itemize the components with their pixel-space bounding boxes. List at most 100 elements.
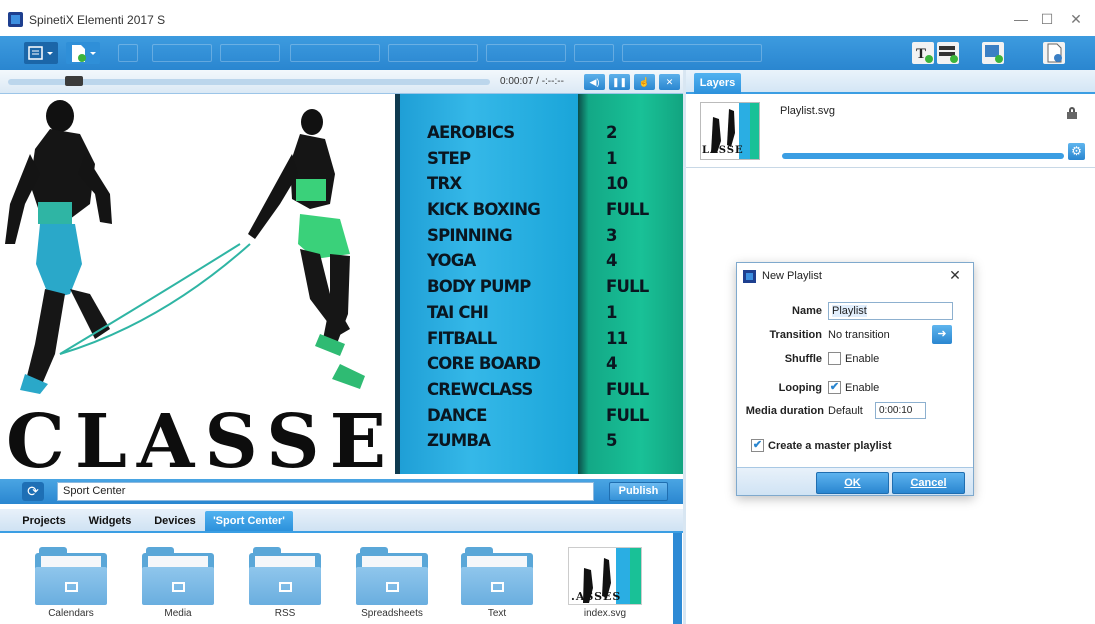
shuffle-checkbox[interactable] <box>828 352 841 365</box>
new-playlist-dialog: New Playlist ✕ Name Playlist Transition … <box>736 262 974 496</box>
preview-canvas[interactable]: CLASSES AEROBICS STEP TRX KICK BOXING SPINNI… <box>0 94 683 474</box>
pause-button[interactable]: ❚❚ <box>609 74 630 90</box>
add-media-layer-button[interactable] <box>982 42 1004 64</box>
seek-slider-thumb[interactable] <box>65 76 83 86</box>
app-logo-icon <box>8 12 23 27</box>
tab-widgets[interactable]: Widgets <box>80 511 140 531</box>
stop-preview-button[interactable]: ✕ <box>659 74 680 90</box>
folder-item-text[interactable]: Text <box>452 547 542 619</box>
class-value: 3 <box>606 225 617 245</box>
class-name: FITBALL <box>427 328 497 348</box>
folder-item-rss[interactable]: RSS <box>240 547 330 619</box>
dialog-footer: OK Cancel <box>737 467 973 495</box>
font-family-dropdown[interactable] <box>486 44 566 62</box>
clipboard-tools-group[interactable] <box>220 44 280 62</box>
duration-default-label: Default <box>828 405 863 417</box>
menu-icon <box>28 46 53 60</box>
ok-button[interactable]: OK <box>816 472 889 494</box>
file-name: Media <box>164 608 192 619</box>
tab-layers[interactable]: Layers <box>694 73 741 94</box>
refresh-button[interactable]: ⟳ <box>22 482 44 501</box>
font-size-dropdown[interactable] <box>574 44 614 62</box>
class-value: FULL <box>606 379 649 399</box>
dialog-close-button[interactable]: ✕ <box>945 266 965 284</box>
project-path-input[interactable]: Sport Center <box>57 482 594 501</box>
close-window-button[interactable]: ✕ <box>1066 10 1086 28</box>
tab-sport-center[interactable]: 'Sport Center' <box>205 511 293 531</box>
class-name: CORE BOARD <box>427 354 541 374</box>
layer-timeline-bar[interactable] <box>782 153 1064 159</box>
folder-item-calendars[interactable]: Calendars <box>26 547 116 619</box>
speaker-icon: ◀) <box>589 77 600 87</box>
playlist-name-input[interactable]: Playlist <box>828 302 953 320</box>
class-name-list: AEROBICS STEP TRX KICK BOXING SPINNING YOGA BO… <box>427 120 541 454</box>
add-document-button[interactable] <box>1043 42 1065 64</box>
class-name: SPINNING <box>427 225 513 245</box>
playlist-name-value: Playlist <box>832 305 867 317</box>
text-layer-icon: T <box>916 46 933 63</box>
svg-text:T: T <box>916 46 926 62</box>
folder-item-media[interactable]: Media <box>133 547 223 619</box>
file-name: RSS <box>274 608 296 619</box>
file-browser-scrollbar[interactable] <box>673 533 682 624</box>
master-playlist-label: Create a master playlist <box>768 440 892 452</box>
main-toolbar: T <box>0 36 1095 70</box>
class-value: FULL <box>606 405 649 425</box>
layer-item[interactable]: LASSE Playlist.svg ⚙ <box>686 96 1095 168</box>
class-name: YOGA <box>427 251 476 271</box>
folder-icon <box>461 547 533 605</box>
preview-player-bar: 0:00:07 / -:--:-- ◀) ❚❚ ☝ ✕ <box>0 70 683 94</box>
add-text-layer-button[interactable]: T <box>912 42 934 64</box>
add-ticker-layer-button[interactable] <box>937 42 959 64</box>
publish-button[interactable]: Publish <box>609 482 668 501</box>
class-name: KICK BOXING <box>427 200 541 220</box>
window-title: SpinetiX Elementi 2017 S <box>29 13 166 27</box>
media-duration-label: Media duration <box>745 405 824 417</box>
class-value: 2 <box>606 123 617 142</box>
transition-icon: ➜ <box>937 328 947 340</box>
transition-picker-button[interactable]: ➜ <box>932 325 952 344</box>
file-item-index-svg[interactable]: .ASSES index.svg <box>560 547 650 619</box>
cancel-button[interactable]: Cancel <box>892 472 965 494</box>
folder-item-spreadsheets[interactable]: Spreadsheets <box>347 547 437 619</box>
tab-projects[interactable]: Projects <box>14 511 74 531</box>
maximize-button[interactable]: ☐ <box>1037 10 1057 28</box>
text-format-group[interactable] <box>622 44 762 62</box>
new-file-icon <box>72 45 96 62</box>
arrange-tools-group[interactable] <box>290 44 380 62</box>
master-playlist-checkbox[interactable]: ✔ <box>751 439 764 452</box>
audio-button[interactable]: ◀) <box>584 74 605 90</box>
playback-time: 0:00:07 / -:--:-- <box>500 76 564 87</box>
new-project-button[interactable] <box>66 42 100 64</box>
class-name: AEROBICS <box>427 123 515 142</box>
file-browser: Calendars Media RSS Spreadsheets Text .A… <box>0 533 683 624</box>
edit-tools-group[interactable] <box>152 44 212 62</box>
class-value-list: 2 1 10 FULL 3 4 FULL 1 11 4 FULL FULL 5 <box>606 120 649 454</box>
save-button[interactable] <box>118 44 138 62</box>
interact-button[interactable]: ☝ <box>634 74 655 90</box>
media-layer-icon <box>985 45 1003 63</box>
layer-settings-button[interactable]: ⚙ <box>1068 143 1085 160</box>
file-name: Calendars <box>48 608 94 619</box>
shuffle-option-label: Enable <box>845 353 880 365</box>
dialog-title: New Playlist <box>762 270 822 282</box>
shuffle-label: Shuffle <box>784 353 822 365</box>
project-path-bar: ⟳ Sport Center Publish <box>0 479 683 504</box>
folder-icon <box>249 547 321 605</box>
looping-checkbox[interactable]: ✔ <box>828 381 841 394</box>
menu-button[interactable] <box>24 42 58 64</box>
class-name: DANCE <box>427 405 487 425</box>
ticker-layer-icon <box>939 46 958 63</box>
media-duration-input[interactable]: 0:00:10 <box>875 402 926 419</box>
class-name: BODY PUMP <box>427 277 531 297</box>
refresh-icon: ⟳ <box>27 483 39 499</box>
class-name: TRX <box>427 174 462 194</box>
looping-label: Looping <box>778 382 822 394</box>
align-tools-group[interactable] <box>388 44 478 62</box>
tab-devices[interactable]: Devices <box>146 511 204 531</box>
lock-icon[interactable] <box>1067 107 1077 119</box>
minimize-button[interactable]: — <box>1011 10 1031 28</box>
file-name: Text <box>487 608 507 619</box>
folder-icon <box>35 547 107 605</box>
pause-icon: ❚❚ <box>611 77 628 87</box>
